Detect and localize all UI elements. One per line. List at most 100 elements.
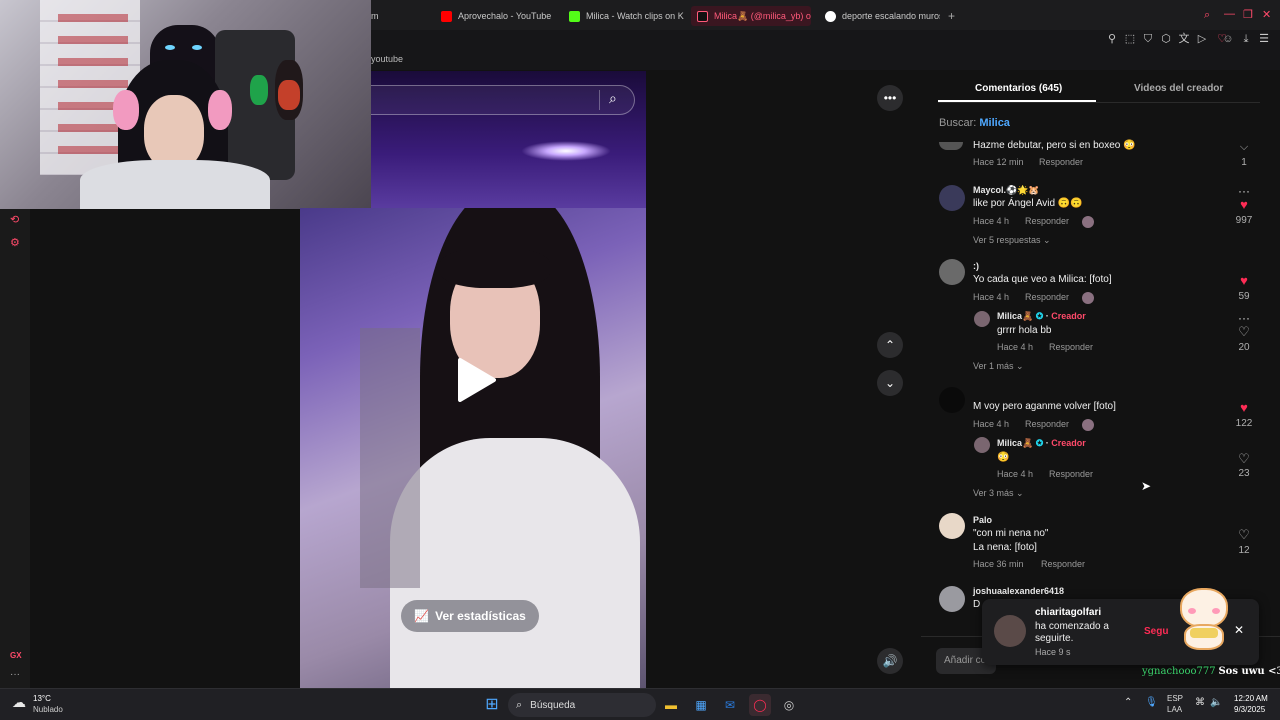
cube-icon[interactable]: ⬡ — [1159, 32, 1173, 46]
more-icon[interactable]: ··· — [10, 669, 20, 680]
comment-text: D — [973, 599, 981, 610]
account-icon[interactable]: ☺ — [1221, 32, 1235, 46]
taskbar-search[interactable]: ⌕ Búsqueda — [508, 693, 656, 717]
like-outline-icon[interactable]: ⌵ — [1237, 141, 1251, 153]
comment-username[interactable]: Palo — [973, 515, 992, 525]
volume-icon[interactable]: 🔈 — [1210, 697, 1222, 708]
opera-gx-icon[interactable]: ◯ — [749, 694, 771, 716]
follow-back-button[interactable]: Segu — [1144, 626, 1168, 637]
avatar[interactable] — [994, 615, 1026, 647]
search-suggestion[interactable]: Buscar: Milica — [939, 117, 1010, 129]
verified-icon: ✪ — [1035, 311, 1044, 321]
clock-time[interactable]: 12:20 AM — [1234, 694, 1268, 703]
tab-google[interactable]: deporte escalando muros — [825, 6, 940, 26]
avatar[interactable] — [939, 586, 965, 612]
like-filled-icon[interactable]: ♥ — [1237, 274, 1251, 287]
weather-text[interactable]: Nublado — [33, 705, 63, 714]
app-icon[interactable]: ◎ — [778, 694, 800, 716]
stats-button[interactable]: 📈 Ver estadísticas — [401, 600, 539, 632]
like-outline-icon[interactable]: ♡ — [1237, 528, 1251, 541]
comment-username[interactable]: Maycol.⚽🌟🐹 — [973, 185, 1040, 196]
comment-text: "con mi nena no" — [973, 528, 1049, 539]
comment-username[interactable]: :) — [973, 261, 979, 271]
previous-video-button[interactable]: ⌃ — [877, 332, 903, 358]
avatar[interactable] — [974, 311, 990, 327]
file-explorer-icon[interactable]: ▬ — [660, 694, 682, 716]
tab-youtube[interactable]: Aprovechalo - YouTube — [441, 6, 551, 26]
video-player[interactable]: 📈 Ver estadísticas — [300, 208, 646, 688]
tab-tiktok[interactable]: Milica🧸 (@milica_yb) o — [691, 6, 811, 26]
tab-label: Aprovechalo - YouTube — [458, 11, 552, 21]
like-filled-icon[interactable]: ♥ — [1237, 401, 1251, 414]
translate-icon[interactable]: 文 — [1177, 32, 1191, 46]
reply-button[interactable]: Responder — [1041, 559, 1085, 569]
minimize-icon[interactable]: — — [1224, 8, 1235, 20]
volume-button[interactable]: 🔊 — [877, 648, 903, 674]
clock-date[interactable]: 9/3/2025 — [1234, 705, 1265, 714]
download-icon[interactable]: ⤓ — [1239, 32, 1253, 46]
comment-time: Hace 4 h — [973, 216, 1010, 226]
language-layout[interactable]: LAA — [1167, 705, 1182, 714]
weather-temp[interactable]: 13°C — [33, 694, 51, 703]
view-more-button[interactable]: Ver 3 más ⌄ — [973, 488, 1024, 499]
avatar[interactable] — [939, 185, 965, 211]
reply-button[interactable]: Responder — [1049, 342, 1093, 352]
language-code[interactable]: ESP — [1167, 694, 1183, 703]
play-icon[interactable]: ▷ — [1195, 32, 1209, 46]
microphone-icon[interactable]: 🎙 — [1145, 697, 1158, 708]
menu-icon[interactable]: ☰ — [1257, 32, 1271, 46]
bookmark-youtube[interactable]: youtube — [371, 54, 403, 64]
weather-cloud-icon[interactable]: ☁ — [12, 694, 26, 711]
comment-time: Hace 4 h — [973, 419, 1010, 429]
search-icon[interactable]: ⌕ — [1204, 9, 1210, 22]
outlook-icon[interactable]: ✉ — [719, 694, 741, 716]
share-icon[interactable]: ⟲ — [10, 213, 19, 226]
tab-comments[interactable]: Comentarios (645) — [975, 83, 1062, 94]
store-icon[interactable]: ▦ — [690, 694, 712, 716]
search-icon[interactable]: ⌕ — [609, 90, 617, 107]
close-icon[interactable]: ✕ — [1234, 623, 1244, 637]
avatar[interactable] — [974, 437, 990, 453]
comment-username[interactable]: Milica🧸 ✪ · Creador — [997, 311, 1086, 322]
shield-icon[interactable]: ⛉ — [1141, 32, 1155, 46]
avatar[interactable] — [939, 387, 965, 413]
view-replies-button[interactable]: Ver 5 respuestas ⌄ — [973, 235, 1051, 246]
tray-overflow-icon[interactable]: ⌃ — [1124, 697, 1132, 708]
comment-username[interactable]: Milica🧸 ✪ · Creador — [997, 438, 1086, 449]
next-video-button[interactable]: ⌄ — [877, 370, 903, 396]
like-filled-icon[interactable]: ♥ — [1237, 198, 1251, 211]
network-icon[interactable]: ⌘ — [1195, 697, 1205, 708]
avatar[interactable] — [939, 513, 965, 539]
view-more-button[interactable]: Ver 1 más ⌄ — [973, 361, 1024, 372]
reply-button[interactable]: Responder — [1025, 292, 1069, 302]
settings-icon[interactable]: ⚙ — [10, 236, 20, 249]
comment-username[interactable]: joshuaalexander6418 — [973, 586, 1064, 596]
reply-button[interactable]: Responder — [1039, 157, 1083, 167]
more-options-button[interactable]: ••• — [877, 85, 903, 111]
gx-label[interactable]: GX — [10, 651, 22, 660]
reply-button[interactable]: Responder — [1025, 216, 1069, 226]
like-outline-icon[interactable]: ♡ — [1237, 325, 1251, 338]
reply-button[interactable]: Responder — [1049, 469, 1093, 479]
close-window-icon[interactable]: ✕ — [1262, 8, 1271, 21]
headphone-left — [113, 90, 139, 130]
reply-button[interactable]: Responder — [1025, 419, 1069, 429]
pin-icon[interactable]: ⚲ — [1105, 32, 1119, 46]
subject-sweater — [390, 438, 640, 688]
screenshot-icon[interactable]: ⬚ — [1123, 32, 1137, 46]
new-tab-button[interactable]: + — [948, 6, 955, 26]
like-outline-icon[interactable]: ♡ — [1237, 452, 1251, 465]
play-button[interactable] — [456, 358, 496, 402]
tab-creator-videos[interactable]: Videos del creador — [1134, 83, 1223, 94]
tab-kick[interactable]: Milica - Watch clips on Ki — [569, 6, 684, 26]
view-replies-label: Ver 5 respuestas — [973, 235, 1041, 245]
start-icon[interactable]: ⊞ — [481, 694, 503, 716]
more-options-icon[interactable]: ··· — [1237, 312, 1251, 324]
video-search-bar[interactable]: ⌕ — [371, 85, 635, 115]
chat-username: ygnachooo777 — [1142, 666, 1216, 677]
avatar[interactable] — [939, 259, 965, 285]
follower-name[interactable]: chiaritagolfari — [1035, 607, 1101, 618]
creator-badge: Creador — [1051, 438, 1086, 448]
more-options-icon[interactable]: ··· — [1237, 185, 1251, 197]
restore-icon[interactable]: ❐ — [1243, 8, 1253, 21]
